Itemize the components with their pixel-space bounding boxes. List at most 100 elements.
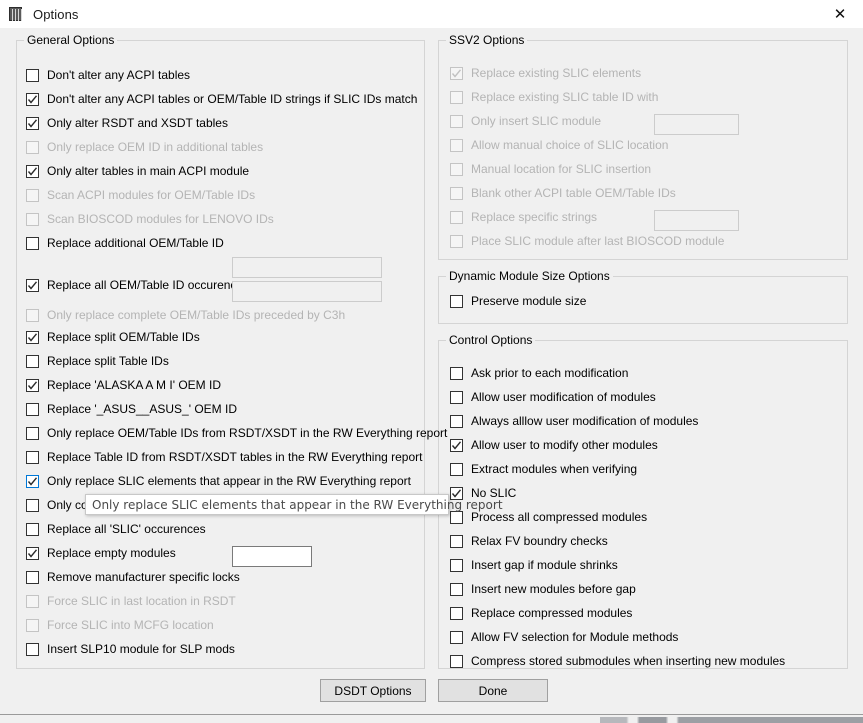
checkbox-preserve-module-size[interactable]: [450, 294, 463, 308]
checkbox-manual-location-for-slic-insertion[interactable]: [450, 162, 463, 176]
checkbox-replace-split-oem-table-ids[interactable]: [26, 330, 39, 344]
checkbox-row-replace-all-slic-occurences[interactable]: Replace all 'SLIC' occurences: [26, 520, 206, 538]
checkbox-row-manual-location-for-slic-insertion[interactable]: Manual location for SLIC insertion: [450, 160, 651, 178]
checkbox-row-extract-modules-when-verifying[interactable]: Extract modules when verifying: [450, 460, 637, 478]
checkbox-allow-fv-selection-for-module-methods[interactable]: [450, 630, 463, 644]
checkbox-replace-all-oem-table-id-occurences[interactable]: [26, 278, 39, 292]
checkbox-row-place-slic-module-after-last-bioscod-module[interactable]: Place SLIC module after last BIOSCOD mod…: [450, 232, 724, 250]
checkbox-only-replace-slic-elements-that-appear-in-the-[interactable]: [26, 474, 39, 488]
checkbox-row-replace-split-table-ids[interactable]: Replace split Table IDs: [26, 352, 169, 370]
close-icon[interactable]: ✕: [817, 0, 863, 28]
checkbox-insert-slp10-module-for-slp-mods[interactable]: [26, 642, 39, 656]
additional-oem-id-field-1[interactable]: [232, 257, 382, 278]
checkbox-insert-gap-if-module-shrinks[interactable]: [450, 558, 463, 572]
checkbox-process-all-compressed-modules[interactable]: [450, 510, 463, 524]
checkbox-row-preserve-module-size[interactable]: Preserve module size: [450, 292, 586, 310]
checkbox-row-insert-gap-if-module-shrinks[interactable]: Insert gap if module shrinks: [450, 556, 618, 574]
checkbox-replace-asus-asus-oem-id[interactable]: [26, 402, 39, 416]
checkbox-row-replace-asus-asus-oem-id[interactable]: Replace '_ASUS__ASUS_' OEM ID: [26, 400, 237, 418]
checkbox-don-t-alter-any-acpi-tables-or-oem-table-id-st[interactable]: [26, 92, 39, 106]
checkbox-replace-compressed-modules[interactable]: [450, 606, 463, 620]
checkbox-row-only-replace-slic-elements-that-appear-in-the-[interactable]: Only replace SLIC elements that appear i…: [26, 472, 411, 490]
checkbox-row-force-slic-in-last-location-in-rsdt[interactable]: Force SLIC in last location in RSDT: [26, 592, 236, 610]
checkbox-row-allow-user-to-modify-other-modules[interactable]: Allow user to modify other modules: [450, 436, 658, 454]
checkbox-scan-bioscod-modules-for-lenovo-ids[interactable]: [26, 212, 39, 226]
checkbox-replace-specific-strings[interactable]: [450, 210, 463, 224]
additional-oem-id-field-2[interactable]: [232, 281, 382, 302]
checkbox-scan-acpi-modules-for-oem-table-ids[interactable]: [26, 188, 39, 202]
checkbox-row-always-alllow-user-modification-of-modules[interactable]: Always alllow user modification of modul…: [450, 412, 698, 430]
checkbox-replace-additional-oem-table-id[interactable]: [26, 236, 39, 250]
checkbox-row-only-alter-tables-in-main-acpi-module[interactable]: Only alter tables in main ACPI module: [26, 162, 249, 180]
checkbox-blank-other-acpi-table-oem-table-ids[interactable]: [450, 186, 463, 200]
checkbox-only-replace-oem-id-in-additional-tables[interactable]: [26, 140, 39, 154]
checkbox-always-alllow-user-modification-of-modules[interactable]: [450, 414, 463, 428]
checkbox-row-only-replace-complete-oem-table-ids-preceded-b[interactable]: Only replace complete OEM/Table IDs prec…: [26, 306, 345, 324]
checkbox-row-insert-slp10-module-for-slp-mods[interactable]: Insert SLP10 module for SLP mods: [26, 640, 235, 658]
checkbox-only-replace-complete-oem-table-ids-preceded-b[interactable]: [26, 308, 39, 322]
checkbox-replace-empty-modules[interactable]: [26, 546, 39, 560]
checkbox-allow-user-to-modify-other-modules[interactable]: [450, 438, 463, 452]
checkbox-label: Replace all OEM/Table ID occurences: [47, 278, 250, 292]
checkbox-replace-all-slic-occurences[interactable]: [26, 522, 39, 536]
checkbox-allow-user-modification-of-modules[interactable]: [450, 390, 463, 404]
control-options-legend: Control Options: [446, 333, 536, 347]
checkbox-only-alter-rsdt-and-xsdt-tables[interactable]: [26, 116, 39, 130]
checkbox-row-replace-split-oem-table-ids[interactable]: Replace split OEM/Table IDs: [26, 328, 200, 346]
checkbox-replace-split-table-ids[interactable]: [26, 354, 39, 368]
checkbox-only-replace-oem-table-ids-from-rsdt-xsdt-in-t[interactable]: [26, 426, 39, 440]
checkbox-insert-new-modules-before-gap[interactable]: [450, 582, 463, 596]
checkbox-row-only-replace-oem-id-in-additional-tables[interactable]: Only replace OEM ID in additional tables: [26, 138, 263, 156]
checkbox-row-insert-new-modules-before-gap[interactable]: Insert new modules before gap: [450, 580, 636, 598]
checkbox-row-allow-manual-choice-of-slic-location[interactable]: Allow manual choice of SLIC location: [450, 136, 668, 154]
checkbox-don-t-alter-any-acpi-tables[interactable]: [26, 68, 39, 82]
checkbox-row-replace-existing-slic-elements[interactable]: Replace existing SLIC elements: [450, 64, 641, 82]
checkbox-replace-existing-slic-elements[interactable]: [450, 66, 463, 80]
slic-occurences-field[interactable]: [232, 546, 312, 567]
checkbox-row-blank-other-acpi-table-oem-table-ids[interactable]: Blank other ACPI table OEM/Table IDs: [450, 184, 676, 202]
checkbox-row-scan-bioscod-modules-for-lenovo-ids[interactable]: Scan BIOSCOD modules for LENOVO IDs: [26, 210, 274, 228]
checkbox-row-replace-existing-slic-table-id-with[interactable]: Replace existing SLIC table ID with: [450, 88, 658, 106]
checkbox-force-slic-in-last-location-in-rsdt[interactable]: [26, 594, 39, 608]
checkbox-place-slic-module-after-last-bioscod-module[interactable]: [450, 234, 463, 248]
checkbox-label: Allow user modification of modules: [471, 390, 656, 404]
checkbox-row-replace-empty-modules[interactable]: Replace empty modules: [26, 544, 176, 562]
dsdt-options-button[interactable]: DSDT Options: [320, 679, 426, 702]
checkbox-row-allow-user-modification-of-modules[interactable]: Allow user modification of modules: [450, 388, 656, 406]
checkbox-row-only-replace-oem-table-ids-from-rsdt-xsdt-in-t[interactable]: Only replace OEM/Table IDs from RSDT/XSD…: [26, 424, 447, 442]
checkbox-row-remove-manufacturer-specific-locks[interactable]: Remove manufacturer specific locks: [26, 568, 240, 586]
checkbox-allow-manual-choice-of-slic-location[interactable]: [450, 138, 463, 152]
checkbox-row-compress-stored-submodules-when-inserting-new-[interactable]: Compress stored submodules when insertin…: [450, 652, 785, 670]
checkbox-ask-prior-to-each-modification[interactable]: [450, 366, 463, 380]
checkbox-row-scan-acpi-modules-for-oem-table-ids[interactable]: Scan ACPI modules for OEM/Table IDs: [26, 186, 255, 204]
done-button[interactable]: Done: [438, 679, 548, 702]
slic-table-id-field[interactable]: [654, 114, 739, 135]
checkbox-row-don-t-alter-any-acpi-tables[interactable]: Don't alter any ACPI tables: [26, 66, 190, 84]
checkbox-row-only-alter-rsdt-and-xsdt-tables[interactable]: Only alter RSDT and XSDT tables: [26, 114, 228, 132]
checkbox-row-allow-fv-selection-for-module-methods[interactable]: Allow FV selection for Module methods: [450, 628, 678, 646]
checkbox-extract-modules-when-verifying[interactable]: [450, 462, 463, 476]
checkbox-force-slic-into-mcfg-location[interactable]: [26, 618, 39, 632]
checkbox-only-insert-slic-module[interactable]: [450, 114, 463, 128]
checkbox-row-don-t-alter-any-acpi-tables-or-oem-table-id-st[interactable]: Don't alter any ACPI tables or OEM/Table…: [26, 90, 417, 108]
checkbox-relax-fv-boundry-checks[interactable]: [450, 534, 463, 548]
checkbox-row-replace-additional-oem-table-id[interactable]: Replace additional OEM/Table ID: [26, 234, 224, 252]
checkbox-row-only-insert-slic-module[interactable]: Only insert SLIC module: [450, 112, 601, 130]
checkbox-compress-stored-submodules-when-inserting-new-[interactable]: [450, 654, 463, 668]
checkbox-row-replace-specific-strings[interactable]: Replace specific strings: [450, 208, 597, 226]
checkbox-only-cop[interactable]: [26, 498, 39, 512]
checkbox-replace-table-id-from-rsdt-xsdt-tables-in-the-[interactable]: [26, 450, 39, 464]
checkbox-row-replace-table-id-from-rsdt-xsdt-tables-in-the-[interactable]: Replace Table ID from RSDT/XSDT tables i…: [26, 448, 423, 466]
checkbox-remove-manufacturer-specific-locks[interactable]: [26, 570, 39, 584]
checkbox-row-relax-fv-boundry-checks[interactable]: Relax FV boundry checks: [450, 532, 608, 550]
checkbox-only-alter-tables-in-main-acpi-module[interactable]: [26, 164, 39, 178]
checkbox-replace-existing-slic-table-id-with[interactable]: [450, 90, 463, 104]
checkbox-row-replace-compressed-modules[interactable]: Replace compressed modules: [450, 604, 632, 622]
blank-other-ids-field[interactable]: [654, 210, 739, 231]
checkbox-row-force-slic-into-mcfg-location[interactable]: Force SLIC into MCFG location: [26, 616, 214, 634]
checkbox-row-replace-alaska-a-m-i-oem-id[interactable]: Replace 'ALASKA A M I' OEM ID: [26, 376, 221, 394]
checkbox-replace-alaska-a-m-i-oem-id[interactable]: [26, 378, 39, 392]
window-title: Options: [33, 6, 79, 22]
checkbox-row-replace-all-oem-table-id-occurences[interactable]: Replace all OEM/Table ID occurences: [26, 276, 249, 294]
checkbox-row-ask-prior-to-each-modification[interactable]: Ask prior to each modification: [450, 364, 628, 382]
